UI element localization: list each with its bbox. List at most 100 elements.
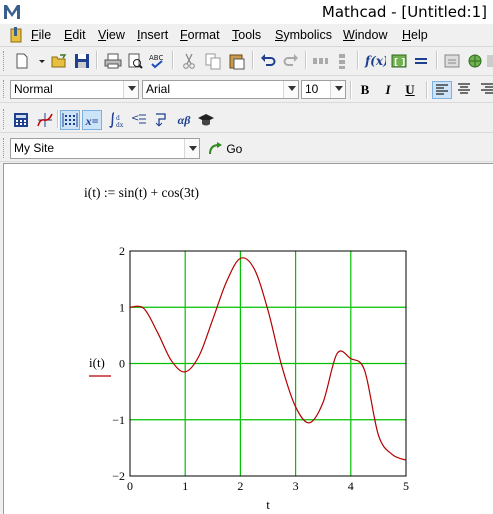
x-axis-label: t xyxy=(266,497,270,512)
font-size-value: 10 xyxy=(305,82,319,96)
plot-grid xyxy=(130,251,406,476)
boolean-icon: < xyxy=(131,113,146,124)
toolbar-grip[interactable] xyxy=(3,109,7,129)
print-preview-icon[interactable] xyxy=(126,52,144,70)
function-definition[interactable]: i(t) := sin(t) + cos(3t) xyxy=(84,185,199,201)
matrix-toolbar-button[interactable] xyxy=(60,110,80,130)
site-value: My Site xyxy=(14,141,55,155)
underline-button[interactable]: U xyxy=(400,81,420,99)
formatting-toolbar: Normal Arial 10 B I U xyxy=(0,77,493,103)
go-button[interactable]: Go xyxy=(207,139,242,159)
y-tick-label: −2 xyxy=(112,469,125,483)
calculus-toolbar-button[interactable]: d dx xyxy=(106,110,126,130)
separator xyxy=(172,51,174,69)
site-select[interactable]: My Site xyxy=(10,138,200,159)
save-icon[interactable] xyxy=(73,52,91,70)
math-toolbar: x= d dx < αβ xyxy=(0,106,493,133)
chevron-down-icon xyxy=(189,146,197,151)
separator xyxy=(252,51,254,69)
y-tick-label: 1 xyxy=(119,300,125,314)
graduation-cap-icon xyxy=(198,114,214,126)
menu-view[interactable]: View xyxy=(98,28,125,42)
align-right-icon xyxy=(481,83,493,94)
menu-symbolics[interactable]: Symbolics xyxy=(275,28,332,42)
menu-format[interactable]: Format xyxy=(180,28,220,42)
y-tick-label: 2 xyxy=(119,244,125,258)
align-center-button[interactable] xyxy=(455,81,475,99)
x-tick-label: 2 xyxy=(237,479,243,493)
programming-icon xyxy=(155,113,166,127)
align-left-button[interactable] xyxy=(432,81,452,99)
go-label: Go xyxy=(226,142,243,156)
y-tick-labels: 2 1 0 −1 −2 xyxy=(112,244,125,483)
print-icon[interactable] xyxy=(104,52,122,70)
svg-text:f(x): f(x) xyxy=(364,54,386,68)
x-tick-label: 5 xyxy=(403,479,409,493)
new-icon[interactable] xyxy=(13,52,31,70)
font-value: Arial xyxy=(146,82,171,96)
menu-window[interactable]: Window xyxy=(343,28,387,42)
y-axis-label: i(t) xyxy=(89,355,105,370)
redo-icon[interactable] xyxy=(282,52,300,70)
separator xyxy=(357,51,359,69)
graph-icon xyxy=(37,113,53,127)
more-icon[interactable] xyxy=(486,52,493,70)
x-tick-label: 4 xyxy=(348,479,354,493)
align-across-icon[interactable] xyxy=(311,52,329,70)
separator xyxy=(436,51,438,69)
bold-button[interactable]: B xyxy=(355,81,375,99)
undo-icon[interactable] xyxy=(259,52,277,70)
italic-button[interactable]: I xyxy=(378,81,398,99)
window-title: Mathcad - [Untitled:1] xyxy=(321,3,487,21)
chevron-down-icon xyxy=(128,86,136,91)
x-tick-label: 3 xyxy=(293,479,299,493)
xy-plot[interactable]: 2 1 0 −1 −2 0 1 2 3 4 5 i(t) t xyxy=(80,240,420,513)
calculator-toolbar-button[interactable] xyxy=(11,110,31,130)
menu-edit[interactable]: Edit xyxy=(64,28,86,42)
paste-icon[interactable] xyxy=(228,52,246,70)
menu-tools[interactable]: Tools xyxy=(232,28,261,42)
insert-function-icon[interactable]: f(x) xyxy=(364,52,386,70)
font-select[interactable]: Arial xyxy=(142,80,299,99)
insert-unit-icon[interactable]: [ ] xyxy=(390,52,408,70)
chevron-down-icon xyxy=(335,86,343,91)
toolbar-grip[interactable] xyxy=(3,138,7,158)
spell-check-icon[interactable]: ABC xyxy=(148,52,166,70)
resources-toolbar: My Site Go xyxy=(0,135,493,162)
greek-toolbar-button[interactable]: αβ xyxy=(174,110,194,130)
web-toolbar-icon[interactable] xyxy=(466,52,484,70)
align-right-button[interactable] xyxy=(478,81,493,99)
chevron-down-icon xyxy=(288,86,296,91)
separator xyxy=(350,81,352,99)
document-icon[interactable] xyxy=(9,27,25,43)
open-folder-icon[interactable] xyxy=(50,52,68,70)
y-tick-label: 0 xyxy=(119,357,125,371)
align-left-icon xyxy=(436,84,448,95)
cut-icon[interactable] xyxy=(180,52,198,70)
calculator-icon xyxy=(14,113,28,127)
resource-center-icon[interactable] xyxy=(443,52,461,70)
series-line-i-of-t xyxy=(129,257,407,461)
calculate-icon[interactable] xyxy=(412,52,430,70)
separator xyxy=(57,110,59,128)
style-select[interactable]: Normal xyxy=(10,80,139,99)
menu-file[interactable]: File xyxy=(31,28,51,42)
align-down-icon[interactable] xyxy=(333,52,351,70)
calculus-icon: ddx xyxy=(109,112,124,129)
separator xyxy=(426,81,428,99)
new-dropdown-icon[interactable] xyxy=(33,52,45,70)
toolbar-grip[interactable] xyxy=(3,80,7,98)
programming-toolbar-button[interactable] xyxy=(152,110,172,130)
toolbar-grip[interactable] xyxy=(3,51,7,71)
svg-text:d: d xyxy=(116,115,120,122)
copy-icon[interactable] xyxy=(204,52,222,70)
menu-help[interactable]: Help xyxy=(402,28,428,42)
boolean-toolbar-button[interactable]: < xyxy=(129,110,149,130)
font-size-select[interactable]: 10 xyxy=(301,80,346,99)
menu-insert[interactable]: Insert xyxy=(137,28,168,42)
graph-toolbar-button[interactable] xyxy=(35,110,55,130)
x-tick-label: 1 xyxy=(182,479,188,493)
align-center-icon xyxy=(458,83,470,94)
symbolic-toolbar-button[interactable] xyxy=(196,110,216,130)
evaluation-toolbar-button[interactable]: x= xyxy=(82,110,102,130)
